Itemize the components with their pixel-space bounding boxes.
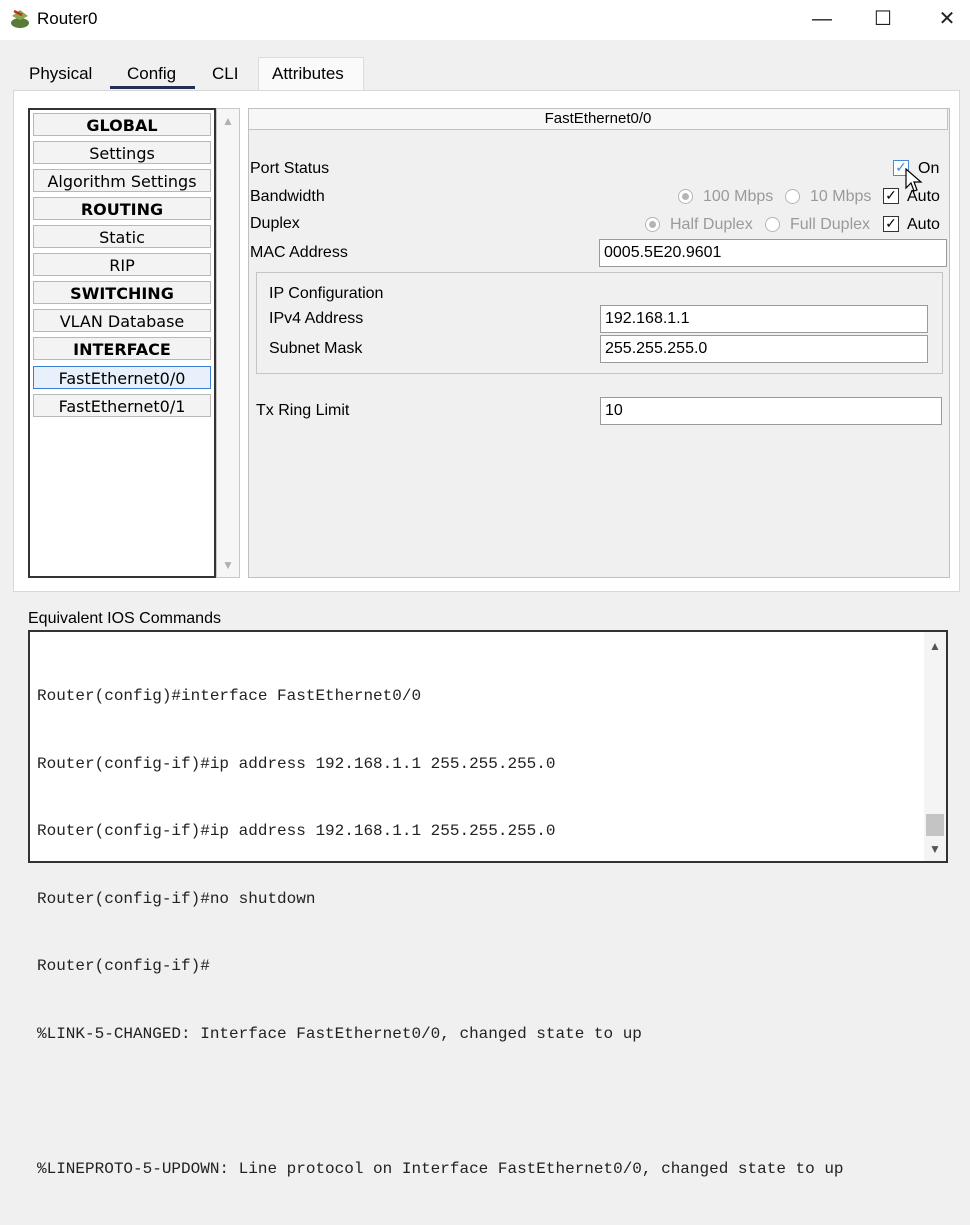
- duplex-auto-label: Auto: [907, 216, 940, 233]
- scroll-up-icon[interactable]: ▲: [217, 111, 239, 131]
- sidebar-item-algorithm-settings[interactable]: Algorithm Settings: [33, 169, 211, 192]
- ip-configuration-title: IP Configuration: [269, 285, 384, 302]
- ios-scrollbar[interactable]: ▲ ▼: [924, 632, 946, 861]
- maximize-icon[interactable]: ☐: [863, 4, 903, 34]
- minimize-icon[interactable]: —: [802, 4, 842, 34]
- bandwidth-label: Bandwidth: [250, 188, 325, 205]
- mac-address-label: MAC Address: [250, 244, 348, 261]
- bandwidth-auto-checkbox[interactable]: ✓: [883, 188, 899, 204]
- tab-physical[interactable]: Physical: [25, 63, 96, 91]
- panel-title: FastEthernet0/0: [248, 108, 948, 130]
- close-icon[interactable]: ✕: [927, 4, 967, 34]
- sidebar-header-routing: ROUTING: [33, 197, 211, 220]
- ios-line: Router(config-if)#ip address 192.168.1.1…: [37, 754, 556, 773]
- config-sidebar: GLOBAL Settings Algorithm Settings ROUTI…: [28, 108, 216, 578]
- ios-scroll-thumb[interactable]: [926, 814, 944, 836]
- checkmark-icon: ✓: [885, 187, 897, 203]
- ipv4-address-label: IPv4 Address: [269, 310, 364, 327]
- ios-commands-label: Equivalent IOS Commands: [28, 610, 221, 627]
- ios-commands-console: Router(config)#interface FastEthernet0/0…: [28, 630, 948, 1178]
- ios-line: %LINK-5-CHANGED: Interface FastEthernet0…: [37, 1024, 642, 1043]
- checkmark-icon: ✓: [885, 215, 897, 231]
- scroll-up-icon[interactable]: ▲: [924, 636, 946, 656]
- subnet-mask-field[interactable]: 255.255.255.0: [600, 335, 928, 363]
- ios-line: Router(config-if)#no shutdown: [37, 889, 316, 908]
- active-tab-indicator: [110, 86, 195, 89]
- router-icon: [8, 8, 32, 30]
- sidebar-header-switching: SWITCHING: [33, 281, 211, 304]
- duplex-full-radio[interactable]: [765, 217, 780, 232]
- sidebar-header-global: GLOBAL: [33, 113, 211, 136]
- sidebar-item-static[interactable]: Static: [33, 225, 211, 248]
- mac-address-field[interactable]: 0005.5E20.9601: [599, 239, 947, 267]
- duplex-half-label: Half Duplex: [670, 216, 753, 233]
- sidebar-header-interface: INTERFACE: [33, 337, 211, 360]
- bandwidth-10-radio[interactable]: [785, 189, 800, 204]
- tab-cli[interactable]: CLI: [208, 63, 242, 91]
- bandwidth-100-radio[interactable]: [678, 189, 693, 204]
- bandwidth-10-label: 10 Mbps: [810, 188, 872, 205]
- scroll-down-icon[interactable]: ▼: [217, 555, 239, 575]
- sidebar-item-fastethernet0-0[interactable]: FastEthernet0/0: [33, 366, 211, 389]
- duplex-label: Duplex: [250, 215, 300, 232]
- sidebar-item-settings[interactable]: Settings: [33, 141, 211, 164]
- ios-line: Router(config)#interface FastEthernet0/0: [37, 687, 422, 705]
- ios-line: Router(config-if)#: [37, 957, 210, 975]
- ios-commands-text: Router(config)#interface FastEthernet0/0…: [37, 640, 925, 1225]
- subnet-mask-label: Subnet Mask: [269, 340, 363, 357]
- tx-ring-limit-label: Tx Ring Limit: [256, 402, 350, 419]
- duplex-full-label: Full Duplex: [790, 216, 871, 233]
- ipv4-address-field[interactable]: 192.168.1.1: [600, 305, 928, 333]
- ios-line: %LINEPROTO-5-UPDOWN: Line protocol on In…: [37, 1159, 844, 1178]
- tx-ring-limit-field[interactable]: 10: [600, 397, 942, 425]
- bandwidth-100-label: 100 Mbps: [703, 188, 774, 205]
- tab-attributes[interactable]: Attributes: [268, 63, 348, 91]
- sidebar-item-fastethernet0-1[interactable]: FastEthernet0/1: [33, 394, 211, 417]
- ios-line: Router(config-if)#ip address 192.168.1.1…: [37, 822, 556, 840]
- sidebar-item-vlan-database[interactable]: VLAN Database: [33, 309, 211, 332]
- mouse-cursor-icon: [905, 167, 923, 199]
- sidebar-item-rip[interactable]: RIP: [33, 253, 211, 276]
- window-title: Router0: [37, 9, 98, 28]
- ios-line: [37, 1090, 925, 1113]
- scroll-down-icon[interactable]: ▼: [924, 839, 946, 859]
- sidebar-scrollbar[interactable]: ▲ ▼: [216, 108, 240, 578]
- port-status-label: Port Status: [250, 160, 330, 177]
- duplex-auto-checkbox[interactable]: ✓: [883, 216, 899, 232]
- duplex-half-radio[interactable]: [645, 217, 660, 232]
